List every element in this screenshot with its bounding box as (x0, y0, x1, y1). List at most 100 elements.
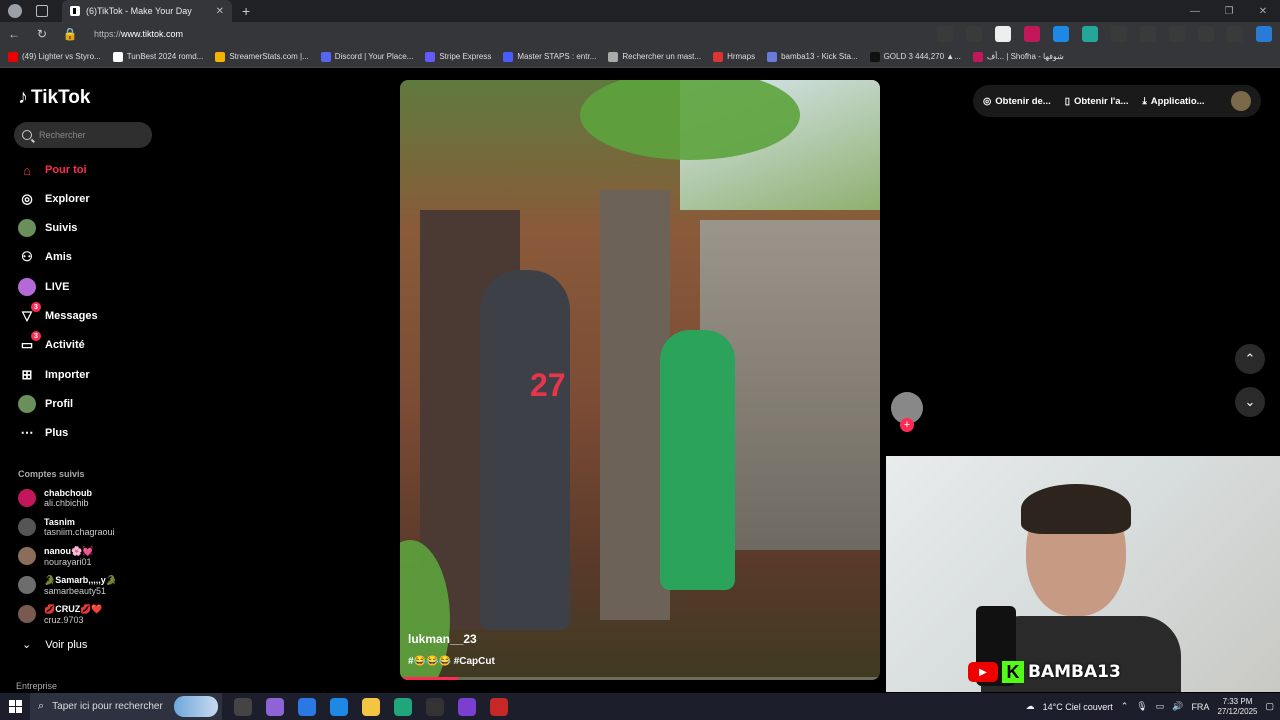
bookmark-item[interactable]: Discord | Your Place... (320, 51, 413, 62)
obs-icon[interactable] (426, 697, 444, 716)
bookmark-item[interactable]: Master STAPS : entr... (503, 51, 596, 62)
sidebar-item-home[interactable]: ⌂ Pour toi (18, 160, 87, 180)
minimize-icon[interactable]: — (1178, 6, 1212, 17)
start-button[interactable] (0, 700, 30, 713)
sidebar-item-upload[interactable]: ⊞ Importer (18, 365, 90, 385)
extension-icon[interactable] (1024, 26, 1040, 42)
home-icon: ⌂ (23, 162, 31, 178)
close-window-icon[interactable]: ✕ (1246, 6, 1280, 17)
language-indicator[interactable]: FRA (1191, 702, 1209, 712)
followed-account[interactable]: 🐊Samarb,,,,,y🐊 samarbeauty51 (18, 572, 117, 598)
task-view-icon[interactable] (234, 697, 252, 716)
weather-icon: ☁ (1025, 701, 1035, 711)
lock-icon[interactable]: 🔒 (56, 27, 84, 41)
video-player[interactable]: 27 lukman__23 #😂😂😂 #CapCut (400, 80, 880, 680)
downloads-icon[interactable] (1169, 26, 1185, 42)
split-screen-icon[interactable] (1140, 26, 1156, 42)
followed-account[interactable]: 💋CRUZ💋❤️ cruz.9703 (18, 601, 103, 627)
sidebar-item-messages[interactable]: ▽ 3 Messages (18, 302, 98, 326)
menu-dots-icon[interactable] (1227, 26, 1243, 42)
bookmark-favicon-icon (972, 51, 983, 62)
sidebar-item-more[interactable]: ⋯ Plus (18, 423, 69, 443)
tray-chevron-icon[interactable]: ⌃ (1121, 701, 1129, 712)
new-tab-icon[interactable]: + (242, 3, 250, 19)
outlook-icon[interactable] (330, 697, 348, 716)
video-author[interactable]: lukman__23 (408, 632, 477, 646)
extension-icon[interactable] (995, 26, 1011, 42)
volume-icon[interactable]: 🔊 (1172, 701, 1183, 712)
bookmark-item[interactable]: TunBest 2024 romd... (112, 51, 203, 62)
bookmark-item[interactable]: bamba13 - Kick Sta... (767, 51, 858, 62)
bookmark-item[interactable]: StreamerStats.com |... (215, 51, 309, 62)
reload-icon[interactable]: ↻ (28, 27, 56, 41)
video-progress-bar[interactable] (400, 677, 880, 680)
tiktok-logo[interactable]: ♪ TikTok (18, 86, 90, 109)
get-coins-label: Obtenir de... (995, 95, 1051, 107)
download-app-button[interactable]: ⤓ Applicatio... (1143, 96, 1205, 107)
sidebar-item-friends[interactable]: ⚇ Amis (18, 247, 72, 267)
get-app-button[interactable]: ▯ Obtenir l'a... (1065, 96, 1129, 107)
discord-icon[interactable] (458, 697, 476, 716)
profile-icon[interactable] (8, 4, 22, 18)
followed-accounts-title: Comptes suivis (18, 469, 85, 479)
extension-icon[interactable] (1053, 26, 1069, 42)
favorite-star-icon[interactable] (966, 26, 982, 42)
previous-video-button[interactable]: ⌃ (1235, 344, 1265, 374)
followed-account[interactable]: nanou🌸💓 nourayari01 (18, 543, 93, 569)
copilot-icon[interactable] (1256, 26, 1272, 42)
chevron-down-icon: ⌄ (1244, 394, 1256, 409)
weather-text[interactable]: 14°C Ciel couvert (1043, 702, 1113, 712)
sidebar-item-following-avatar[interactable]: Suivis (18, 218, 77, 238)
app-available-icon[interactable] (937, 26, 953, 42)
notifications-icon[interactable]: ▢ (1265, 701, 1274, 712)
bookmark-label: bamba13 - Kick Sta... (781, 52, 858, 61)
bookmark-item[interactable]: Hrmaps (713, 51, 755, 62)
store-icon[interactable] (298, 697, 316, 716)
search-input[interactable]: Rechercher (14, 122, 152, 148)
browser-tab[interactable]: (6)TikTok - Make Your Day ✕ (62, 0, 232, 22)
network-icon[interactable]: ▭ (1156, 701, 1165, 712)
account-names: 💋CRUZ💋❤️ cruz.9703 (44, 604, 103, 625)
sidebar-item-profile[interactable]: Profil (18, 394, 73, 414)
url-field[interactable]: https://www.tiktok.com (94, 29, 183, 39)
performance-icon[interactable] (1198, 26, 1214, 42)
bookmark-favicon-icon (767, 51, 778, 62)
streaming-app-icon[interactable] (490, 697, 508, 716)
bookmark-item[interactable]: (49) Lighter vs Styro... (8, 51, 101, 62)
sidebar-item-compass[interactable]: ◎ Explorer (18, 189, 89, 209)
bookmark-item[interactable]: Rechercher un mast... (608, 51, 701, 62)
streamer-name: BAMBA13 (1028, 662, 1121, 682)
maximize-icon[interactable]: ❐ (1212, 6, 1246, 17)
followed-account[interactable]: Tasnim tasniim.chagraoui (18, 514, 115, 540)
bookmark-label: أف... | Shofha - شوفها (986, 52, 1064, 61)
back-icon[interactable]: ← (0, 27, 28, 41)
extension-icon[interactable] (1082, 26, 1098, 42)
followed-account[interactable]: chabchoub ali.chbichib (18, 485, 92, 511)
sidebar-item-label: Profil (45, 398, 74, 410)
sidebar-item-live[interactable]: LIVE (18, 277, 69, 297)
taskbar-search[interactable]: ⌕ Taper ici pour rechercher (30, 693, 222, 720)
follow-plus-icon[interactable]: + (900, 418, 914, 432)
copilot-icon[interactable] (266, 697, 284, 716)
clock[interactable]: 7:33 PM 27/12/2025 (1217, 697, 1257, 717)
next-video-button[interactable]: ⌄ (1235, 387, 1265, 417)
video-caption[interactable]: #😂😂😂 #CapCut (408, 656, 495, 667)
extensions-puzzle-icon[interactable] (1111, 26, 1127, 42)
windows-logo-icon (8, 700, 22, 713)
workspaces-icon[interactable] (36, 5, 48, 17)
footer-link-entreprise[interactable]: Entreprise (16, 681, 57, 691)
user-avatar[interactable] (1231, 91, 1251, 111)
account-name: nanou🌸💓 (44, 545, 94, 556)
bookmark-favicon-icon (608, 51, 619, 62)
account-handle: cruz.9703 (44, 614, 84, 625)
see-more-button[interactable]: ⌄ Voir plus (22, 638, 87, 652)
file-explorer-icon[interactable] (362, 697, 380, 716)
bookmark-item[interactable]: GOLD 3 444,270 ▲... (869, 51, 961, 62)
bookmark-item[interactable]: أف... | Shofha - شوفها (972, 51, 1064, 62)
close-tab-icon[interactable]: ✕ (216, 6, 224, 17)
sidebar-item-activity[interactable]: ▭ 3 Activité (18, 331, 85, 355)
edge-icon[interactable] (394, 697, 412, 716)
microphone-icon[interactable]: 🎙 (1136, 701, 1147, 712)
get-coins-button[interactable]: ◎ Obtenir de... (983, 96, 1051, 107)
bookmark-item[interactable]: Stripe Express (425, 51, 491, 62)
